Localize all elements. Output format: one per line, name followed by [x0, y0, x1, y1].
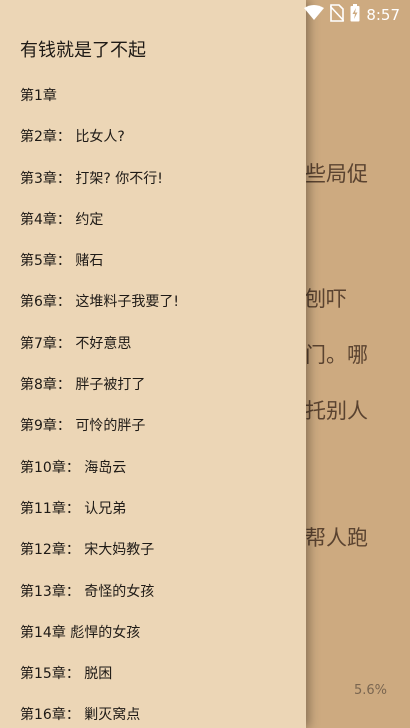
- chapter-item[interactable]: 第13章： 奇怪的女孩: [0, 572, 306, 613]
- chapter-item[interactable]: 第15章： 脱困: [0, 654, 306, 695]
- chapter-item[interactable]: 第12章： 宋大妈教子: [0, 530, 306, 571]
- chapter-item[interactable]: 第6章： 这堆料子我要了!: [0, 282, 306, 323]
- status-bar: 8:57: [0, 0, 410, 28]
- chapter-item[interactable]: 第10章： 海岛云: [0, 448, 306, 489]
- status-time: 8:57: [366, 6, 400, 24]
- reader-text-line: 门。哪: [305, 343, 368, 367]
- chapter-item[interactable]: 第2章： 比女人?: [0, 117, 306, 158]
- reader-text-line: 刨吓: [305, 287, 347, 311]
- reading-progress: 5.6%: [354, 683, 388, 698]
- reader-text-line: 托别人: [305, 399, 368, 423]
- chapter-item[interactable]: 第11章： 认兄弟: [0, 489, 306, 530]
- chapter-item[interactable]: 第8章： 胖子被打了: [0, 365, 306, 406]
- chapter-item[interactable]: 第9章： 可怜的胖子: [0, 406, 306, 447]
- reader-text-line: 帮人跑: [305, 526, 368, 550]
- battery-charging-icon: [350, 4, 360, 26]
- chapter-item[interactable]: 第14章 彪悍的女孩: [0, 613, 306, 654]
- chapter-item[interactable]: 第5章： 赌石: [0, 241, 306, 282]
- chapter-list[interactable]: 第1章 第2章： 比女人? 第3章： 打架? 你不行! 第4章： 约定 第5章： 赌石第…: [0, 76, 306, 728]
- chapter-item[interactable]: 第1章: [0, 76, 306, 117]
- chapter-item[interactable]: 第16章： 剿灭窝点: [0, 695, 306, 728]
- chapter-item[interactable]: 第4章： 约定: [0, 200, 306, 241]
- screen: 些局促 刨吓 门。哪 托别人 帮人跑 5.6% 8:57 有钱就是了不起 第1章…: [0, 0, 410, 728]
- no-sim-icon: [329, 4, 345, 26]
- chapter-item[interactable]: 第3章： 打架? 你不行!: [0, 159, 306, 200]
- chapter-drawer[interactable]: 有钱就是了不起 第1章 第2章： 比女人? 第3章： 打架? 你不行! 第4章： 约定…: [0, 0, 306, 728]
- chapter-item[interactable]: 第7章： 不好意思: [0, 324, 306, 365]
- book-title: 有钱就是了不起: [20, 40, 146, 61]
- reader-text-line: 些局促: [305, 162, 368, 186]
- wifi-icon: [304, 5, 325, 25]
- status-icons: 8:57: [304, 4, 400, 26]
